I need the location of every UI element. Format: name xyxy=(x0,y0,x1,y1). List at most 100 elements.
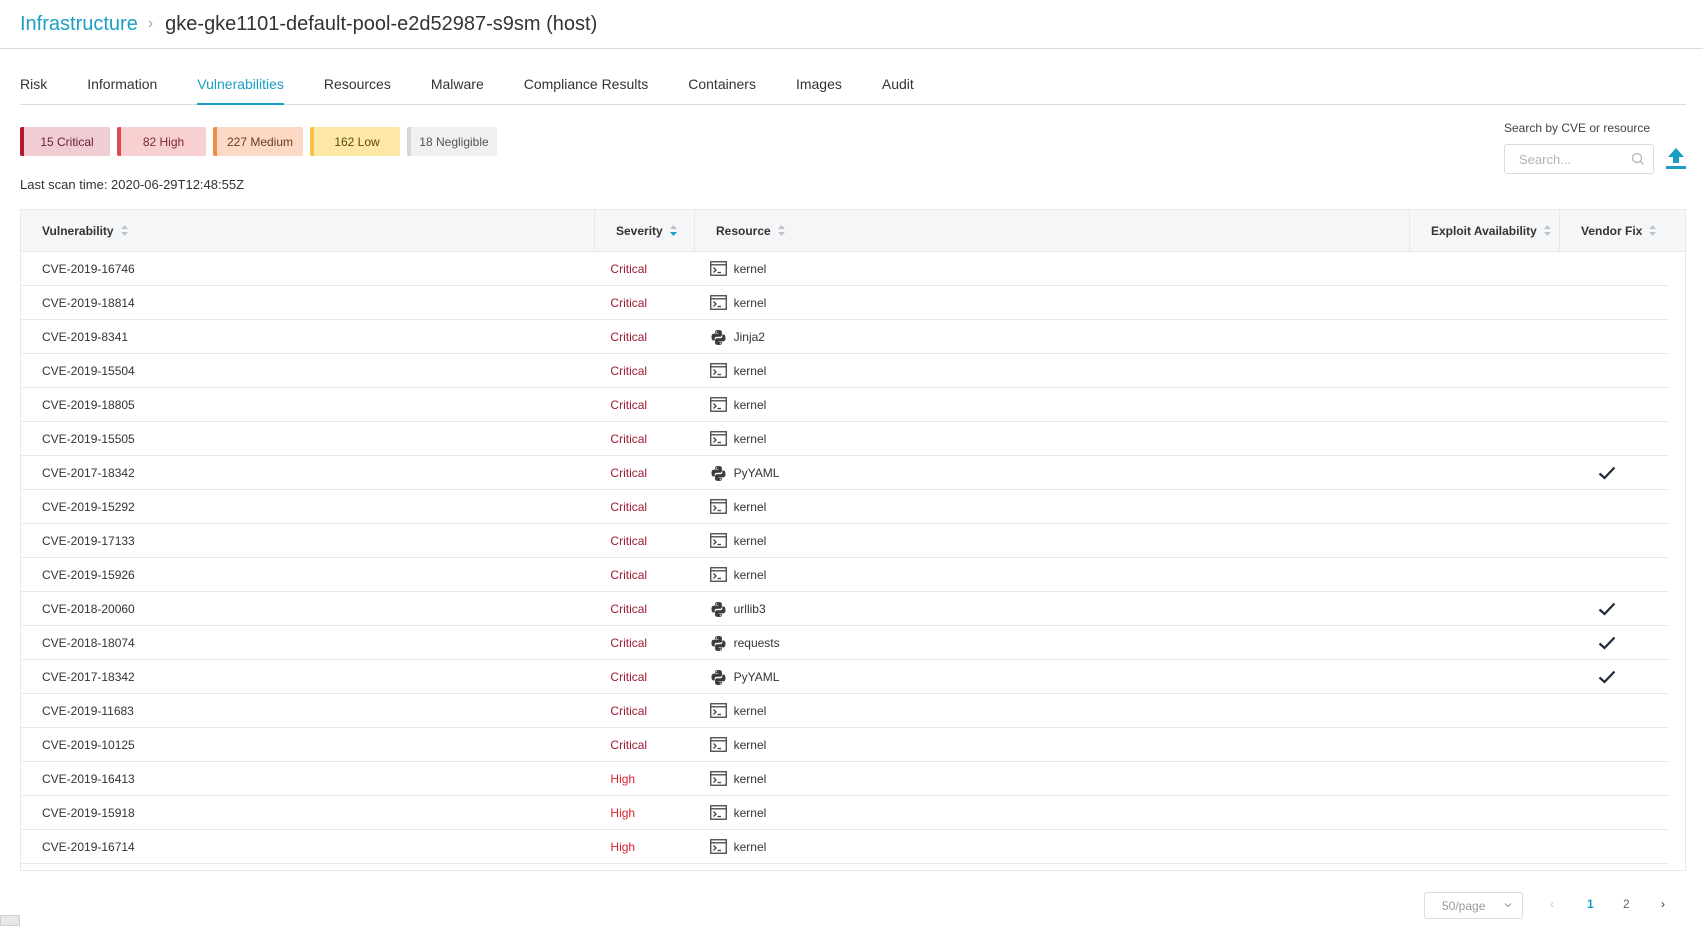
column-header-vendor-fix[interactable]: Vendor Fix xyxy=(1560,210,1685,251)
table-row[interactable]: CVE-2019-11683 Critical kernel xyxy=(21,694,1669,728)
python-icon xyxy=(710,465,727,481)
cve-id[interactable]: CVE-2019-15504 xyxy=(21,364,589,378)
tab-images[interactable]: Images xyxy=(796,66,842,105)
tab-resources[interactable]: Resources xyxy=(324,66,391,105)
tab-malware[interactable]: Malware xyxy=(431,66,484,105)
resource-cell: PyYAML xyxy=(689,465,1397,481)
cve-id[interactable]: CVE-2019-16714 xyxy=(21,840,589,854)
page-size-select[interactable]: 50/page xyxy=(1424,892,1523,919)
last-scan-time: Last scan time: 2020-06-29T12:48:55Z xyxy=(20,177,245,192)
vendor-fix xyxy=(1545,602,1669,616)
breadcrumb-infrastructure-link[interactable]: Infrastructure xyxy=(20,13,138,36)
sort-active-icon[interactable] xyxy=(669,224,678,237)
table-row[interactable]: CVE-2019-18814 Critical kernel xyxy=(21,286,1669,320)
negligible-count-badge[interactable]: 18 Negligible xyxy=(407,127,497,156)
cve-id[interactable]: CVE-2019-8341 xyxy=(21,330,589,344)
column-header-label: Resource xyxy=(716,223,771,238)
column-header-vulnerability[interactable]: Vulnerability xyxy=(21,210,595,251)
cve-id[interactable]: CVE-2019-15292 xyxy=(21,500,589,514)
table-row[interactable]: CVE-2017-18342 Critical PyYAML xyxy=(21,456,1669,490)
resource-cell: kernel xyxy=(689,261,1397,276)
resource-cell: kernel xyxy=(689,703,1397,718)
table-row[interactable]: CVE-2017-18342 Critical PyYAML xyxy=(21,660,1669,694)
resource-cell: kernel xyxy=(689,499,1397,514)
high-count-badge[interactable]: 82 High xyxy=(117,127,206,156)
search-icon[interactable] xyxy=(1631,152,1645,166)
table-row[interactable]: CVE-2019-17133 Critical kernel xyxy=(21,524,1669,558)
page-1-button[interactable]: 1 xyxy=(1587,897,1594,911)
critical-count-badge[interactable]: 15 Critical xyxy=(20,127,110,156)
tab-bar: Risk Information Vulnerabilities Resourc… xyxy=(20,66,1686,105)
resource-cell: kernel xyxy=(689,839,1397,854)
column-header-exploit-availability[interactable]: Exploit Availability xyxy=(1410,210,1560,251)
tab-vulnerabilities[interactable]: Vulnerabilities xyxy=(197,66,284,105)
sort-icon[interactable] xyxy=(1648,224,1657,237)
prev-page-button[interactable]: ‹ xyxy=(1550,897,1554,911)
cve-id[interactable]: CVE-2019-18805 xyxy=(21,398,589,412)
cve-id[interactable]: CVE-2019-10125 xyxy=(21,738,589,752)
table-row[interactable]: CVE-2019-10125 Critical kernel xyxy=(21,728,1669,762)
cve-id[interactable]: CVE-2019-18814 xyxy=(21,296,589,310)
table-row[interactable]: CVE-2019-8341 Critical Jinja2 xyxy=(21,320,1669,354)
search-input[interactable] xyxy=(1519,151,1629,167)
vulnerabilities-table: Vulnerability Severity Resource Exploit … xyxy=(20,209,1686,871)
resource-cell: requests xyxy=(689,635,1397,651)
resource-name: kernel xyxy=(733,703,767,718)
tab-containers[interactable]: Containers xyxy=(688,66,756,105)
sort-icon[interactable] xyxy=(1543,224,1552,237)
tab-risk[interactable]: Risk xyxy=(20,66,47,105)
severity-value: High xyxy=(610,805,636,820)
tab-compliance-results[interactable]: Compliance Results xyxy=(524,66,649,105)
chevron-down-icon xyxy=(1504,903,1512,908)
cve-id[interactable]: CVE-2017-18342 xyxy=(21,670,589,684)
terminal-icon xyxy=(709,261,727,276)
sort-icon[interactable] xyxy=(777,224,786,237)
column-header-severity[interactable]: Severity xyxy=(595,210,695,251)
table-row[interactable]: CVE-2019-15505 Critical kernel xyxy=(21,422,1669,456)
low-count-badge[interactable]: 162 Low xyxy=(310,127,400,156)
resource-cell: Jinja2 xyxy=(689,329,1397,345)
resource-cell: kernel xyxy=(689,771,1397,786)
column-header-label: Exploit Availability xyxy=(1431,223,1537,238)
cve-id[interactable]: CVE-2019-11683 xyxy=(21,704,589,718)
column-header-resource[interactable]: Resource xyxy=(695,210,1410,251)
table-row[interactable]: CVE-2019-15292 Critical kernel xyxy=(21,490,1669,524)
resource-name: PyYAML xyxy=(733,669,780,684)
cve-id[interactable]: CVE-2019-15918 xyxy=(21,806,589,820)
severity-value: Critical xyxy=(610,533,648,548)
export-upload-icon[interactable] xyxy=(1664,146,1688,172)
severity-value: Critical xyxy=(610,567,648,582)
next-page-button[interactable]: › xyxy=(1661,897,1665,911)
severity-value: Critical xyxy=(610,261,648,276)
table-row[interactable]: CVE-2019-15504 Critical kernel xyxy=(21,354,1669,388)
cve-id[interactable]: CVE-2017-18342 xyxy=(21,466,589,480)
resource-name: requests xyxy=(733,635,780,650)
cve-id[interactable]: CVE-2018-18074 xyxy=(21,636,589,650)
cve-id[interactable]: CVE-2019-16746 xyxy=(21,262,589,276)
severity-value: Critical xyxy=(610,465,648,480)
table-row[interactable]: CVE-2019-16714 High kernel xyxy=(21,830,1669,864)
tab-audit[interactable]: Audit xyxy=(882,66,914,105)
page-2-button[interactable]: 2 xyxy=(1623,897,1630,911)
sort-icon[interactable] xyxy=(120,224,129,237)
table-row[interactable]: CVE-2019-16413 High kernel xyxy=(21,762,1669,796)
severity-value: High xyxy=(610,771,636,786)
cve-id[interactable]: CVE-2019-15926 xyxy=(21,568,589,582)
cve-id[interactable]: CVE-2019-17133 xyxy=(21,534,589,548)
column-header-label: Severity xyxy=(616,223,663,238)
severity-value: Critical xyxy=(610,397,648,412)
table-row[interactable]: CVE-2019-16746 Critical kernel xyxy=(21,252,1669,286)
table-row[interactable]: CVE-2019-18805 Critical kernel xyxy=(21,388,1669,422)
table-row[interactable]: CVE-2018-18074 Critical requests xyxy=(21,626,1669,660)
tab-information[interactable]: Information xyxy=(87,66,157,105)
check-icon xyxy=(1598,602,1616,616)
cve-id[interactable]: CVE-2019-15505 xyxy=(21,432,589,446)
cve-id[interactable]: CVE-2019-16413 xyxy=(21,772,589,786)
table-row[interactable]: CVE-2019-15926 Critical kernel xyxy=(21,558,1669,592)
cve-id[interactable]: CVE-2018-20060 xyxy=(21,602,589,616)
terminal-icon xyxy=(709,397,727,412)
resource-name: kernel xyxy=(733,295,767,310)
table-row[interactable]: CVE-2019-15918 High kernel xyxy=(21,796,1669,830)
medium-count-badge[interactable]: 227 Medium xyxy=(213,127,303,156)
table-row[interactable]: CVE-2018-20060 Critical urllib3 xyxy=(21,592,1669,626)
